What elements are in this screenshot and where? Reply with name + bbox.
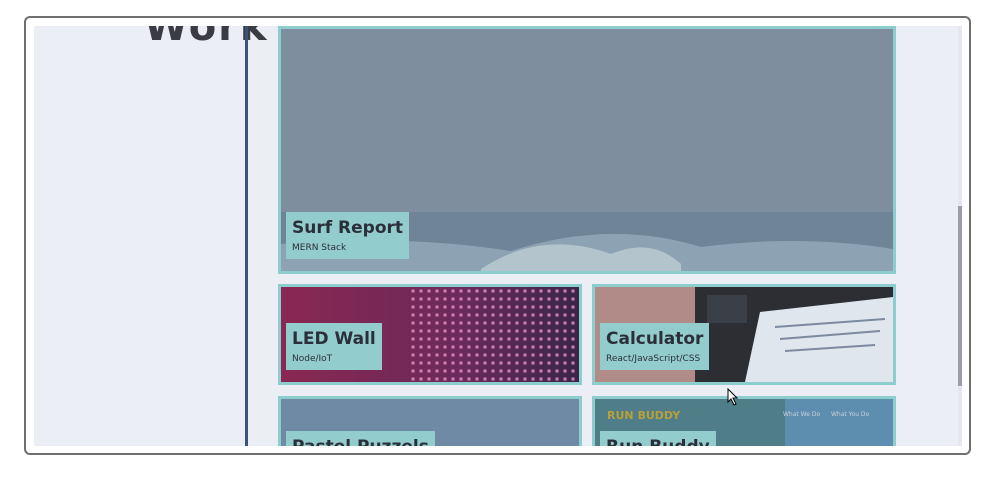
run-buddy-nav-2: What You Do xyxy=(831,411,870,418)
card-title: Pastel Puzzels xyxy=(292,437,429,446)
card-label: Run Buddy xyxy=(600,431,716,446)
screenshot-frame: Work Surf Report MERN Stack LED Wall Nod… xyxy=(24,16,971,455)
card-title: Calculator xyxy=(606,329,704,349)
card-title: Surf Report xyxy=(292,218,404,238)
card-label: Pastel Puzzels xyxy=(286,431,435,446)
mouse-cursor-icon xyxy=(727,388,739,406)
scrollbar-thumb[interactable] xyxy=(958,206,962,386)
project-card-led-wall[interactable]: LED Wall Node/IoT xyxy=(278,284,582,385)
section-heading: Work xyxy=(144,26,269,50)
project-card-surf-report[interactable]: Surf Report MERN Stack xyxy=(278,26,896,274)
card-subtitle: React/JavaScript/CSS xyxy=(606,354,701,364)
portfolio-page: Work Surf Report MERN Stack LED Wall Nod… xyxy=(34,26,962,446)
card-label: Calculator React/JavaScript/CSS xyxy=(600,323,710,370)
card-label: LED Wall Node/IoT xyxy=(286,323,382,370)
card-subtitle: Node/IoT xyxy=(292,354,333,364)
card-title: LED Wall xyxy=(292,329,376,349)
card-title: Run Buddy xyxy=(606,437,710,446)
project-card-run-buddy[interactable]: RUN BUDDY What We Do What You Do Run Bud… xyxy=(592,396,896,446)
run-buddy-nav-1: What We Do xyxy=(783,411,821,418)
card-label: Surf Report MERN Stack xyxy=(286,212,410,259)
project-card-pastel-puzzels[interactable]: Pastel Puzzels xyxy=(278,396,582,446)
card-subtitle: MERN Stack xyxy=(292,243,347,253)
sidebar-divider xyxy=(245,26,248,446)
run-buddy-brand: RUN BUDDY xyxy=(607,409,681,422)
project-card-calculator[interactable]: Calculator React/JavaScript/CSS xyxy=(592,284,896,385)
